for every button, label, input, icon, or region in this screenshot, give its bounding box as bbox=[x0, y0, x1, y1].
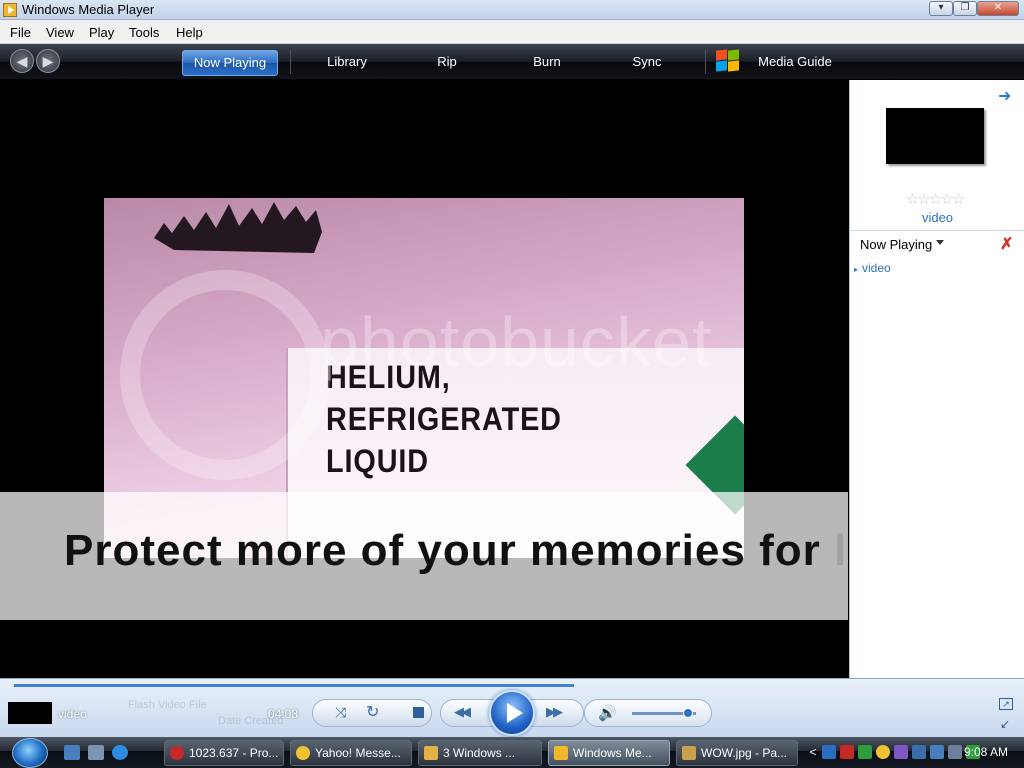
pane-arrow-icon[interactable]: ➜ bbox=[998, 86, 1011, 106]
show-hidden-icons-arrow[interactable]: < bbox=[806, 745, 820, 759]
task-button[interactable]: WOW.jpg - Pa... bbox=[676, 740, 798, 766]
play-marker-icon: ▸ bbox=[854, 265, 859, 274]
clear-list-icon[interactable]: ✗ bbox=[1000, 234, 1013, 254]
minimize-button[interactable]: ▾ bbox=[929, 1, 953, 16]
now-playing-title: video bbox=[58, 707, 87, 721]
opera-icon bbox=[170, 746, 184, 760]
pane-media-title[interactable]: video bbox=[850, 210, 1024, 225]
tray-app-icon[interactable] bbox=[858, 745, 872, 759]
clock[interactable]: 9:08 AM bbox=[964, 745, 1008, 759]
shuffle-button[interactable]: ⤨ bbox=[335, 704, 346, 721]
tray-app-icon[interactable] bbox=[822, 745, 836, 759]
tray-app-icon[interactable] bbox=[894, 745, 908, 759]
pane-divider bbox=[850, 230, 1024, 231]
restore-button[interactable]: ❐ bbox=[953, 1, 977, 16]
close-button[interactable]: ✕ bbox=[977, 1, 1019, 16]
crown-shape bbox=[154, 202, 322, 253]
wmp-icon bbox=[554, 746, 568, 760]
list-pane: ➜ ☆☆☆☆☆ video Now Playing ✗ ▸ video bbox=[849, 80, 1024, 678]
tab-burn[interactable]: Burn bbox=[520, 50, 574, 76]
menu-file[interactable]: File bbox=[10, 25, 31, 40]
tab-library[interactable]: Library bbox=[310, 50, 384, 76]
start-button[interactable] bbox=[12, 738, 48, 768]
promo-banner-text: Protect more of your memories for less! bbox=[64, 526, 848, 576]
tab-rip[interactable]: Rip bbox=[420, 50, 474, 76]
title-bar: Windows Media Player ▾ ❐ ✕ bbox=[0, 0, 1024, 20]
task-button-active[interactable]: Windows Me... bbox=[548, 740, 670, 766]
taskbar: 1023.637 - Pro... Yahoo! Messe... 3 Wind… bbox=[0, 737, 1024, 768]
transport-bar: Flash Video File Date Created video 04:0… bbox=[0, 678, 1024, 737]
now-playing-list-label[interactable]: Now Playing bbox=[860, 237, 932, 252]
menu-tools[interactable]: Tools bbox=[129, 25, 159, 40]
window-title: Windows Media Player bbox=[22, 2, 155, 17]
ghost-info: Flash Video File Date Created bbox=[128, 681, 328, 731]
task-group-button[interactable]: 3 Windows ... bbox=[418, 740, 542, 766]
volume-icon[interactable]: 🔊 bbox=[598, 704, 617, 722]
tab-separator bbox=[705, 50, 706, 74]
back-button[interactable]: ◀ bbox=[10, 49, 34, 73]
task-button[interactable]: Yahoo! Messe... bbox=[290, 740, 412, 766]
yahoo-tray-icon[interactable] bbox=[876, 745, 890, 759]
internet-explorer-icon[interactable] bbox=[112, 745, 128, 760]
task-label: Yahoo! Messe... bbox=[315, 746, 401, 760]
menu-view[interactable]: View bbox=[46, 25, 74, 40]
task-label: WOW.jpg - Pa... bbox=[701, 746, 788, 760]
promo-banner-main: Protect more of your memories for bbox=[64, 526, 821, 575]
next-button[interactable]: ▶▶ bbox=[546, 704, 563, 720]
yahoo-messenger-icon bbox=[296, 746, 310, 760]
forward-button[interactable]: ▶ bbox=[36, 49, 60, 73]
switch-windows-icon[interactable] bbox=[88, 745, 104, 760]
tab-now-playing[interactable]: Now Playing bbox=[182, 50, 278, 76]
paint-icon bbox=[682, 746, 696, 760]
video-display[interactable]: HELIUM, REFRIGERATED LIQUID photobucket … bbox=[0, 80, 848, 678]
playlist-item[interactable]: ▸ video bbox=[854, 261, 891, 275]
task-label: 1023.637 - Pro... bbox=[189, 746, 279, 760]
tab-separator bbox=[290, 50, 291, 74]
amazon-tray-icon[interactable] bbox=[912, 745, 926, 759]
volume-tray-icon[interactable] bbox=[948, 745, 962, 759]
previous-button[interactable]: ◀◀ bbox=[454, 704, 471, 720]
windows-logo-icon bbox=[716, 49, 742, 74]
compact-mode-button[interactable]: ↙ bbox=[1000, 717, 1010, 731]
menu-play[interactable]: Play bbox=[89, 25, 114, 40]
play-button[interactable] bbox=[489, 690, 535, 736]
stop-button[interactable] bbox=[413, 707, 424, 718]
tab-sync[interactable]: Sync bbox=[620, 50, 674, 76]
tray-app-icon[interactable] bbox=[840, 745, 854, 759]
wmp-app-icon bbox=[3, 3, 17, 17]
elapsed-time: 04:03 bbox=[268, 707, 299, 721]
task-label: Windows Me... bbox=[573, 746, 652, 760]
promo-banner-faint: less! bbox=[833, 526, 848, 575]
task-label: 3 Windows ... bbox=[443, 746, 516, 760]
rating-stars[interactable]: ☆☆☆☆☆ bbox=[906, 190, 965, 208]
nav-toolbar: ◀ ▶ Now Playing Library Rip Burn Sync Me… bbox=[0, 44, 1024, 80]
media-thumbnail bbox=[8, 702, 52, 724]
chevron-down-icon[interactable] bbox=[936, 240, 944, 245]
fullscreen-button[interactable]: ↗ bbox=[999, 698, 1013, 710]
menu-bar: File View Play Tools Help bbox=[0, 20, 1024, 44]
network-icon[interactable] bbox=[930, 745, 944, 759]
album-art bbox=[886, 108, 984, 164]
task-button[interactable]: 1023.637 - Pro... bbox=[164, 740, 284, 766]
repeat-button[interactable]: ↻ bbox=[366, 702, 379, 722]
watermark-text: photobucket bbox=[320, 303, 713, 381]
menu-help[interactable]: Help bbox=[176, 25, 203, 40]
playlist-item-title: video bbox=[862, 261, 891, 275]
tab-media-guide[interactable]: Media Guide bbox=[752, 50, 838, 76]
folder-icon bbox=[424, 746, 438, 760]
watermark-logo bbox=[120, 270, 330, 480]
show-desktop-icon[interactable] bbox=[64, 745, 80, 760]
